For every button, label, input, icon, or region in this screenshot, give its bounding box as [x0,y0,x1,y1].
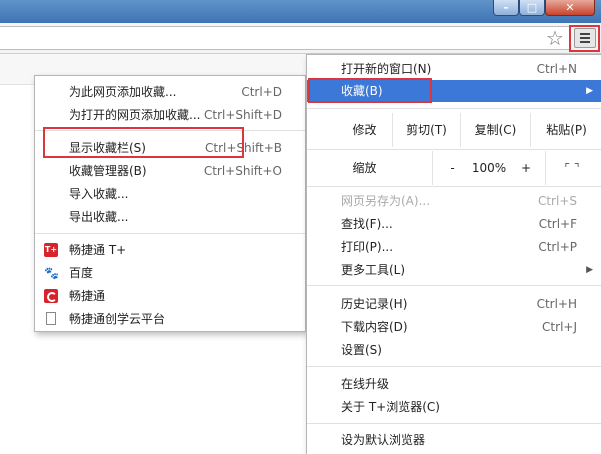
minimize-icon: – [503,1,509,14]
submenu-arrow-icon: ▶ [586,265,593,275]
show-bookmarks-bar-item[interactable]: 显示收藏栏(S) Ctrl+Shift+B [35,137,305,159]
zoom-label: 缩放 [352,161,377,175]
maximize-icon: □ [526,1,538,14]
zoom-row: 缩放 - 100% + ⌜⌝ [307,151,601,185]
menu-separator [35,130,305,131]
cut-button[interactable]: 剪切(T) [392,113,460,147]
bookmarks-submenu: 为此网页添加收藏... Ctrl+D 为打开的网页添加收藏... Ctrl+Sh… [34,75,306,332]
downloads-item[interactable]: 下载内容(D) Ctrl+J [307,316,601,338]
menu-separator [307,186,601,187]
bookmark-chanjet[interactable]: 畅捷通 [35,285,305,307]
baidu-paw-favicon: 🐾 [44,266,59,280]
hamburger-menu-icon[interactable] [574,28,596,48]
zoom-in-button[interactable]: + [511,151,541,185]
add-bookmark-item[interactable]: 为此网页添加收藏... Ctrl+D [35,81,305,103]
import-bookmarks-item[interactable]: 导入收藏... [35,183,305,205]
chanjet-favicon [44,289,58,303]
fullscreen-icon: ⌜⌝ [564,161,584,175]
fullscreen-button[interactable]: ⌜⌝ [545,151,601,185]
zoom-level: 100% [471,161,507,175]
history-item[interactable]: 历史记录(H) Ctrl+H [307,293,601,315]
menu-separator [307,285,601,286]
menu-separator [307,108,601,109]
browser-toolbar: ☆ [0,23,601,54]
menu-separator [35,233,305,234]
new-window-item[interactable]: 打开新的窗口(N) Ctrl+N [307,58,601,80]
bookmark-manager-item[interactable]: 收藏管理器(B) Ctrl+Shift+O [35,160,305,182]
find-item[interactable]: 查找(F)... Ctrl+F [307,213,601,235]
close-icon: ✕ [565,1,575,14]
menu-separator [307,423,601,424]
bookmarks-item[interactable]: 收藏(B) ▶ [307,80,601,102]
window-title-bar: – □ ✕ [0,0,601,23]
address-bar[interactable] [0,26,570,50]
print-item[interactable]: 打印(P)... Ctrl+P [307,236,601,258]
close-button[interactable]: ✕ [545,0,595,16]
submenu-arrow-icon: ▶ [586,86,593,96]
set-default-browser-item[interactable]: 设为默认浏览器 [307,429,601,451]
maximize-button[interactable]: □ [519,0,545,16]
about-item[interactable]: 关于 T+浏览器(C) [307,396,601,418]
menu-separator [307,149,601,150]
bookmark-baidu[interactable]: 🐾 百度 [35,262,305,284]
star-icon[interactable]: ☆ [544,27,566,49]
bookmark-chanjet-cloud[interactable]: 畅捷通创学云平台 [35,308,305,330]
browser-main-menu: 打开新的窗口(N) Ctrl+N 收藏(B) ▶ 修改 剪切(T) 复制(C) … [306,54,601,454]
save-page-as-item[interactable]: 网页另存为(A)... Ctrl+S [307,190,601,212]
edit-row: 修改 剪切(T) 复制(C) 粘贴(P) [307,113,601,147]
page-icon [46,312,56,325]
settings-item[interactable]: 设置(S) [307,339,601,361]
copy-button[interactable]: 复制(C) [460,113,530,147]
online-upgrade-item[interactable]: 在线升级 [307,373,601,395]
tplus-favicon: T+ [44,243,58,257]
minimize-button[interactable]: – [493,0,519,16]
zoom-out-button[interactable]: - [432,151,472,185]
menu-separator [307,366,601,367]
add-all-tabs-bookmark-item[interactable]: 为打开的网页添加收藏... Ctrl+Shift+D [35,104,305,126]
paste-button[interactable]: 粘贴(P) [530,113,601,147]
bookmark-tplus[interactable]: T+ 畅捷通 T+ [35,239,305,261]
more-tools-item[interactable]: 更多工具(L) ▶ [307,259,601,281]
export-bookmarks-item[interactable]: 导出收藏... [35,206,305,228]
